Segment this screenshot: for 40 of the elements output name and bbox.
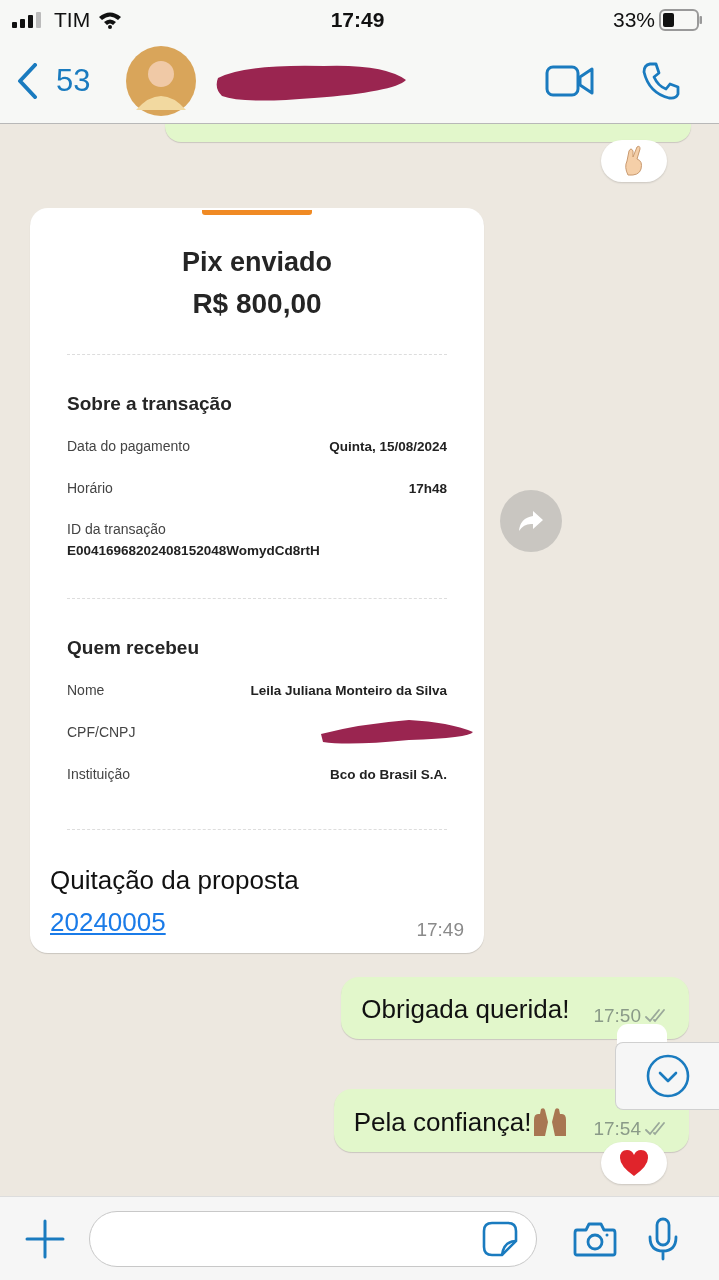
field-value: 17h48	[408, 480, 447, 496]
field-label: Horário	[67, 480, 113, 496]
message-text: Pela confiança!	[353, 1107, 532, 1139]
field-label: Data do pagamento	[67, 438, 190, 454]
field-value: E00416968202408152048WomydCd8rtH	[67, 543, 321, 558]
message-time: 17:50	[593, 1005, 641, 1028]
heart-icon	[618, 1149, 650, 1178]
chevron-left-icon	[16, 63, 38, 99]
microphone-icon[interactable]	[647, 1216, 679, 1261]
field-value: Bco do Brasil S.A.	[329, 766, 447, 782]
field-label: Nome	[67, 682, 105, 698]
battery-icon	[659, 9, 703, 31]
carrier-name: TIM	[54, 8, 91, 32]
camera-icon[interactable]	[573, 1220, 617, 1257]
status-time: 17:49	[330, 8, 385, 32]
battery-percent: 33%	[612, 8, 655, 32]
sticker-icon[interactable]	[482, 1220, 518, 1257]
add-icon[interactable]	[25, 1218, 65, 1259]
message-time: 17:54	[593, 1118, 641, 1141]
message-text: Obrigada querida!	[361, 994, 570, 1026]
field-label: CPF/CNPJ	[67, 724, 136, 740]
receipt-amount: R$ 800,00	[191, 288, 323, 320]
reaction-pill[interactable]	[601, 1142, 667, 1185]
field-label: ID da transação	[67, 521, 167, 537]
forward-arrow-icon	[518, 510, 544, 532]
field-value: Quinta, 15/08/2024	[329, 438, 447, 454]
chevron-down-icon	[644, 1053, 691, 1099]
proposal-link[interactable]: 20240005	[50, 906, 166, 937]
message-text: Quitação da proposta	[50, 865, 299, 895]
scroll-down-button[interactable]	[615, 1042, 719, 1110]
back-button[interactable]: 53	[16, 63, 91, 99]
field-label: Instituição	[67, 766, 131, 782]
wifi-icon	[98, 11, 123, 29]
message-time: 17:49	[416, 919, 464, 942]
field-value: Leila Juliana Monteiro da Silva	[250, 682, 447, 698]
section-heading: Quem recebeu	[67, 637, 200, 659]
section-heading: Sobre a transação	[67, 393, 233, 415]
receipt-title: Pix enviado	[180, 247, 334, 278]
phone-call-icon[interactable]	[641, 61, 681, 101]
video-call-icon[interactable]	[545, 64, 595, 98]
